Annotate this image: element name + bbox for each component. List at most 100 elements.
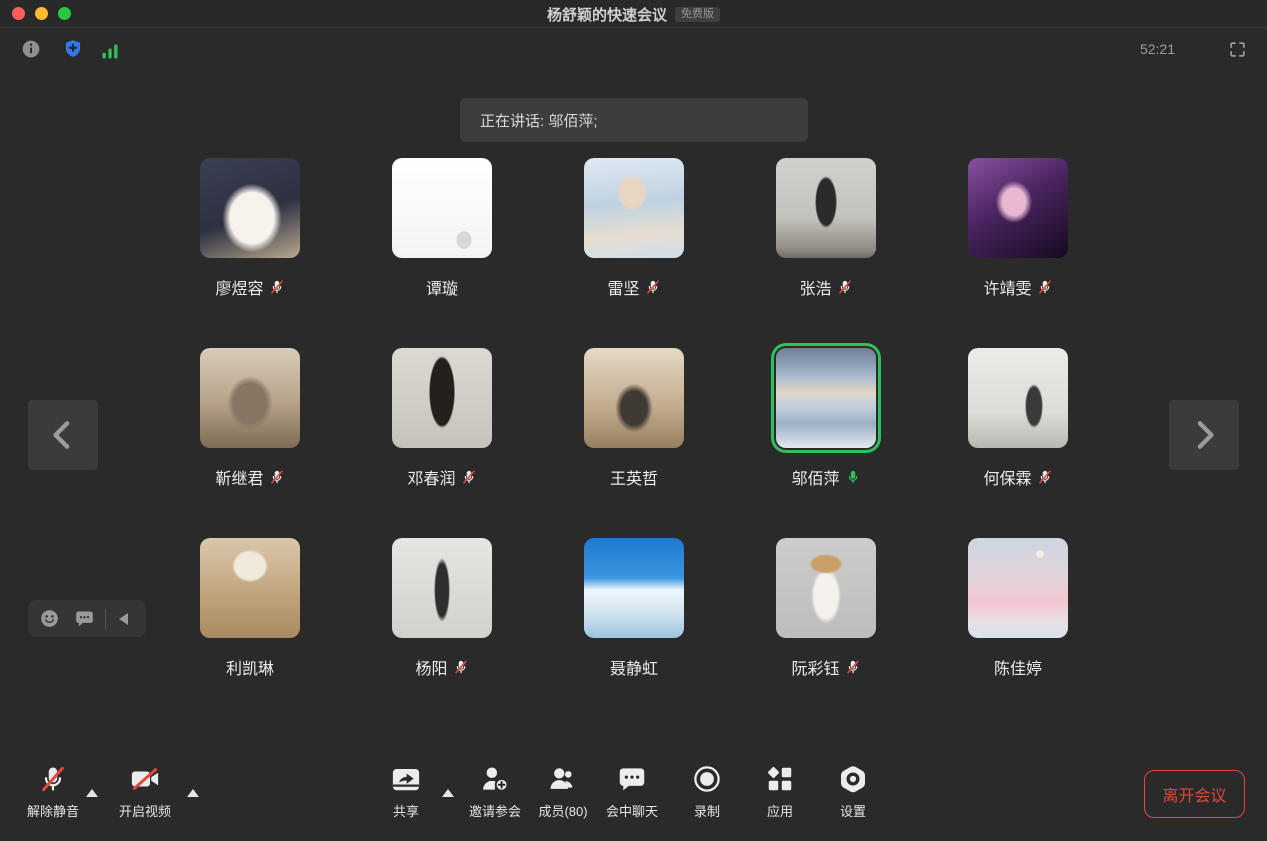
participant-tile[interactable]: 王英哲	[584, 348, 684, 538]
invite-label: 邀请参会	[469, 801, 521, 820]
participant-tile[interactable]: 杨阳	[392, 538, 492, 728]
participant-name: 雷坚	[607, 275, 639, 299]
participant-footer: 邓春润	[392, 465, 492, 489]
title-bar: 杨舒颖的快速会议 免费版	[0, 0, 1267, 28]
mic-muted-icon	[645, 279, 661, 295]
participant-name: 许靖雯	[983, 275, 1031, 299]
participant-avatar	[776, 158, 876, 258]
emoji-reaction-icon[interactable]	[39, 608, 60, 629]
participant-avatar	[200, 348, 300, 448]
participant-name: 廖煜容	[215, 275, 263, 299]
participant-name: 何保霖	[983, 465, 1031, 489]
participant-avatar	[392, 158, 492, 258]
unmute-label: 解除静音	[27, 801, 79, 820]
participant-footer: 王英哲	[584, 465, 684, 489]
signal-bars-icon[interactable]	[100, 41, 120, 61]
participant-footer: 邬佰萍	[776, 465, 876, 489]
leave-meeting-button[interactable]: 离开会议	[1144, 770, 1245, 818]
shield-plus-icon[interactable]	[63, 39, 83, 59]
participant-avatar	[584, 348, 684, 448]
participant-tile[interactable]: 邓春润	[392, 348, 492, 538]
participant-avatar	[392, 538, 492, 638]
chat-bubble-icon	[617, 764, 647, 794]
mic-muted-icon	[269, 279, 285, 295]
participant-tile[interactable]: 廖煜容	[200, 158, 300, 348]
participant-avatar	[776, 348, 876, 448]
participant-tile[interactable]: 利凯琳	[200, 538, 300, 728]
participant-footer: 何保霖	[968, 465, 1068, 489]
mic-muted-icon	[1037, 469, 1053, 485]
participant-tile[interactable]: 许靖雯	[968, 158, 1068, 348]
participant-tile-active-speaker[interactable]: 邬佰萍	[776, 348, 876, 538]
participant-footer: 阮彩钰	[776, 655, 876, 679]
fullscreen-icon[interactable]	[1228, 40, 1247, 59]
participant-tile[interactable]: 雷坚	[584, 158, 684, 348]
participant-avatar	[392, 348, 492, 448]
quick-chat-icon[interactable]	[74, 608, 95, 629]
previous-page-button[interactable]	[28, 400, 98, 470]
participant-name: 靳继君	[215, 465, 263, 489]
meeting-title: 杨舒颖的快速会议	[547, 4, 667, 25]
settings-gear-icon	[838, 764, 868, 794]
share-screen-button[interactable]: 共享	[358, 762, 454, 820]
mic-muted-icon	[1037, 279, 1053, 295]
participant-footer: 张浩	[776, 275, 876, 299]
free-plan-badge: 免费版	[675, 7, 720, 22]
participant-tile[interactable]: 靳继君	[200, 348, 300, 538]
next-page-button[interactable]	[1169, 400, 1239, 470]
meeting-window: 杨舒颖的快速会议 免费版 52:21 正在讲话: 邬佰萍; 廖煜容	[0, 0, 1267, 841]
record-icon	[692, 764, 722, 794]
mic-muted-icon	[845, 659, 861, 675]
mic-muted-icon	[269, 469, 285, 485]
participant-tile[interactable]: 阮彩钰	[776, 538, 876, 728]
participant-footer: 雷坚	[584, 275, 684, 299]
start-video-button[interactable]: 开启视频	[97, 762, 193, 820]
participant-avatar	[968, 538, 1068, 638]
participant-name: 张浩	[799, 275, 831, 299]
participant-name: 王英哲	[610, 465, 658, 489]
apps-icon	[765, 764, 795, 794]
mic-muted-icon	[461, 469, 477, 485]
participant-footer: 靳继君	[200, 465, 300, 489]
meeting-info-icon[interactable]	[21, 39, 41, 59]
participant-tile[interactable]: 谭璇	[392, 158, 492, 348]
reaction-pill	[28, 600, 146, 637]
participant-avatar	[584, 538, 684, 638]
meeting-timer: 52:21	[1140, 41, 1175, 57]
mic-muted-icon	[453, 659, 469, 675]
video-options-arrow[interactable]	[187, 789, 199, 797]
participant-tile[interactable]: 何保霖	[968, 348, 1068, 538]
participant-tile[interactable]: 聂静虹	[584, 538, 684, 728]
apps-label: 应用	[767, 801, 793, 820]
settings-button[interactable]: 设置	[805, 762, 901, 820]
participant-footer: 廖煜容	[200, 275, 300, 299]
participant-avatar	[200, 538, 300, 638]
chevron-left-icon	[43, 415, 83, 455]
camera-slash-icon	[130, 764, 160, 794]
participant-avatar	[968, 158, 1068, 258]
pill-divider	[105, 609, 106, 629]
participant-footer: 陈佳婷	[968, 655, 1068, 679]
members-label: 成员(80)	[538, 801, 587, 820]
participant-name: 利凯琳	[226, 655, 274, 679]
mic-slash-icon	[38, 764, 68, 794]
participant-footer: 谭璇	[392, 275, 492, 299]
active-speaker-banner: 正在讲话: 邬佰萍;	[460, 98, 808, 142]
participant-avatar	[968, 348, 1068, 448]
participant-tile[interactable]: 张浩	[776, 158, 876, 348]
participant-tile[interactable]: 陈佳婷	[968, 538, 1068, 728]
participant-name: 杨阳	[415, 655, 447, 679]
participant-name: 聂静虹	[610, 655, 658, 679]
participant-footer: 聂静虹	[584, 655, 684, 679]
invite-person-plus-icon	[480, 764, 510, 794]
share-screen-icon	[391, 764, 421, 794]
collapse-pill-icon[interactable]	[119, 613, 128, 625]
participant-footer: 许靖雯	[968, 275, 1068, 299]
chat-label: 会中聊天	[606, 801, 658, 820]
active-speaker-text: 正在讲话: 邬佰萍;	[480, 110, 598, 131]
participant-avatar	[200, 158, 300, 258]
participant-name: 谭璇	[426, 275, 458, 299]
start-video-label: 开启视频	[119, 801, 171, 820]
record-label: 录制	[694, 801, 720, 820]
participant-footer: 利凯琳	[200, 655, 300, 679]
